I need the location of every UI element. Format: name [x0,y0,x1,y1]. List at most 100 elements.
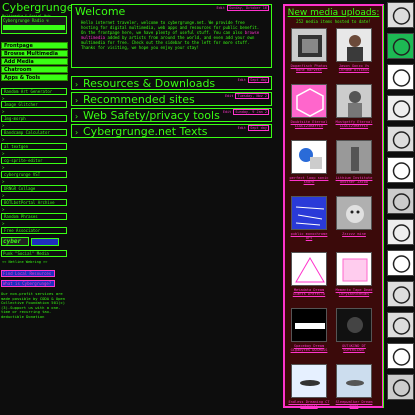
media-thumbnail[interactable] [336,140,372,174]
edit-link[interactable]: Edit [223,110,231,114]
media-thumbnail[interactable] [291,84,327,118]
media-thumbnail[interactable] [336,252,372,286]
chevron-right-icon: > [2,221,5,226]
chevron-right-icon: > [2,109,5,114]
bot-icon-glyph [392,7,411,25]
eye-icon[interactable] [387,281,414,307]
media-count: 252 media items hosted to date! [296,19,371,24]
panel-title: Cybergrunge.net Texts [83,125,208,138]
panel-resources[interactable]: › Resources & Downloads Edit Sept day [71,76,272,90]
tool-item[interactable]: cg-sprite-editor [1,157,67,164]
gear-icon[interactable] [387,95,414,121]
bot-icon[interactable] [387,2,414,28]
gear-icon-glyph [392,100,411,118]
tool-item[interactable]: Image Glitcher [1,101,67,108]
media-caption[interactable]: Doubtsite Eternal LLOLL23Harrin [287,120,331,128]
media-caption[interactable]: public monochrome art [287,232,331,240]
media-heading[interactable]: New media uploads: [285,8,382,18]
nav-chatroom[interactable]: Chatroom [1,66,68,73]
chevron-right-icon: > [2,179,5,184]
media-caption[interactable]: Zzzzzz mine [332,232,376,236]
boogle-icon[interactable] [387,343,414,369]
site-title: Cybergrunge. [2,1,77,14]
panel-date: Sunday, 9 Jan 2 [233,109,269,115]
media-caption[interactable]: Sleepwalker Dream Made [332,400,376,408]
tool-item[interactable]: Bandcamp Calculator [1,129,67,136]
tool-item[interactable]: DRNGR Collage [1,185,67,192]
panel-texts[interactable]: › Cybergrunge.net Texts Edit Sept day [71,124,272,138]
tool-item[interactable]: Random Phrases [1,213,67,220]
edit-link[interactable]: Edit [225,94,233,98]
media-caption[interactable]: perfect loop sonic shark [287,176,331,184]
spotify-icon[interactable] [387,33,414,59]
tool-item[interactable]: al textgen [1,143,67,150]
panel-date: Tuesday, Nov 2 [235,93,269,99]
tool-item[interactable]: BOTLbotPortal Archive [1,199,67,206]
panel-title: Web Safety/privacy tools [83,109,220,122]
radio-player[interactable]: Cybergrunge Radio ↯ [1,16,67,34]
tool-item[interactable]: Img-morph [1,115,67,122]
media-thumbnail[interactable] [291,364,327,398]
rain-icon[interactable] [387,188,414,214]
media-thumbnail[interactable] [336,364,372,398]
media-caption[interactable]: Endless Dreaming CT EVERYDAY [287,400,331,408]
media-caption[interactable]: Memento Tape Dead Chrysanthemums [332,288,376,296]
clock-icon[interactable] [387,126,414,152]
white-lines-icon [292,197,326,229]
nav-apps-tools[interactable]: Apps & Tools [1,74,68,81]
what-is-cybergrunge-link[interactable]: What is Cybergrunge? [1,280,55,287]
chevron-right-icon: › [75,128,79,137]
tool-item[interactable]: Random Art Generator [1,88,67,95]
panel-web-safety[interactable]: › Web Safety/privacy tools Edit Sunday, 9… [71,108,272,122]
media-caption[interactable]: Lithium Institute another Jacob [332,176,376,184]
grid-icon[interactable] [387,374,414,400]
media-thumbnail[interactable] [291,28,327,62]
html-icon[interactable] [387,250,414,276]
chevron-right-icon: > [2,137,5,142]
nav-browse-multimedia[interactable]: Browse Multimedia [1,50,68,57]
recycle-icon[interactable] [387,219,414,245]
welcome-meta: Edit Sunday, October 16 [217,5,269,11]
edit-link[interactable]: Edit [217,6,225,10]
netline-webring[interactable]: << Netline Webring >> [2,260,66,266]
radio-label: Cybergrunge Radio ↯ [3,18,49,23]
panel-title: Recommended sites [83,93,195,106]
chevron-right-icon: > [2,207,5,212]
media-caption[interactable]: Metadata Dream Giants DrerelTo [287,288,331,296]
welcome-date: Sunday, October 16 [227,5,269,11]
badge-banner[interactable] [31,238,59,246]
find-local-resources-link[interactable]: Find Local Resources [1,270,55,277]
media-caption[interactable]: Jason Gonzo Vs Chrome Ultimus [332,64,376,72]
chevron-right-icon: > [2,193,5,198]
media-thumbnail[interactable] [291,252,327,286]
cyber-badge[interactable]: cyber [1,237,29,246]
media-thumbnail[interactable] [336,28,372,62]
pink-triangle-icon [292,253,326,285]
media-thumbnail[interactable] [336,84,372,118]
media-caption[interactable]: Mustgetfy Eternal LLOLL23Harrin [332,120,376,128]
skull-icon[interactable] [387,312,414,338]
gray-figure-icon [337,141,371,173]
media-caption[interactable]: OUT4KIND DT SUPERGIANT [332,344,376,352]
punk-social-link[interactable]: Punk "Social" Media [1,250,67,257]
media-thumbnail[interactable] [291,308,327,342]
media-caption[interactable]: Doganfisch Photos Bone Harvest [287,64,331,72]
media-caption[interactable]: Spaceboy Dream Gigabytes DOSMOSS [287,344,331,352]
media-thumbnail[interactable] [291,140,327,174]
media-scrollbar[interactable] [383,5,384,408]
media-thumbnail[interactable] [336,308,372,342]
tool-item[interactable]: cybergrunge VST [1,171,67,178]
edit-link[interactable]: Edit [238,78,246,82]
media-thumbnail[interactable] [336,196,372,230]
media-thumbnail[interactable] [291,196,327,230]
tool-item[interactable]: Free Associator [1,227,67,234]
chevron-right-icon: > [2,123,5,128]
chevron-right-icon: > [2,165,5,170]
panel-recommended[interactable]: › Recommended sites Edit Tuesday, Nov 2 [71,92,272,106]
flag-icon[interactable] [387,64,414,90]
edit-link[interactable]: Edit [238,126,246,130]
radio-icon[interactable] [387,157,414,183]
nav-frontpage[interactable]: Frontpage [1,42,68,49]
radio-progress-bar[interactable] [3,25,65,30]
nav-add-media[interactable]: Add Media [1,58,68,65]
